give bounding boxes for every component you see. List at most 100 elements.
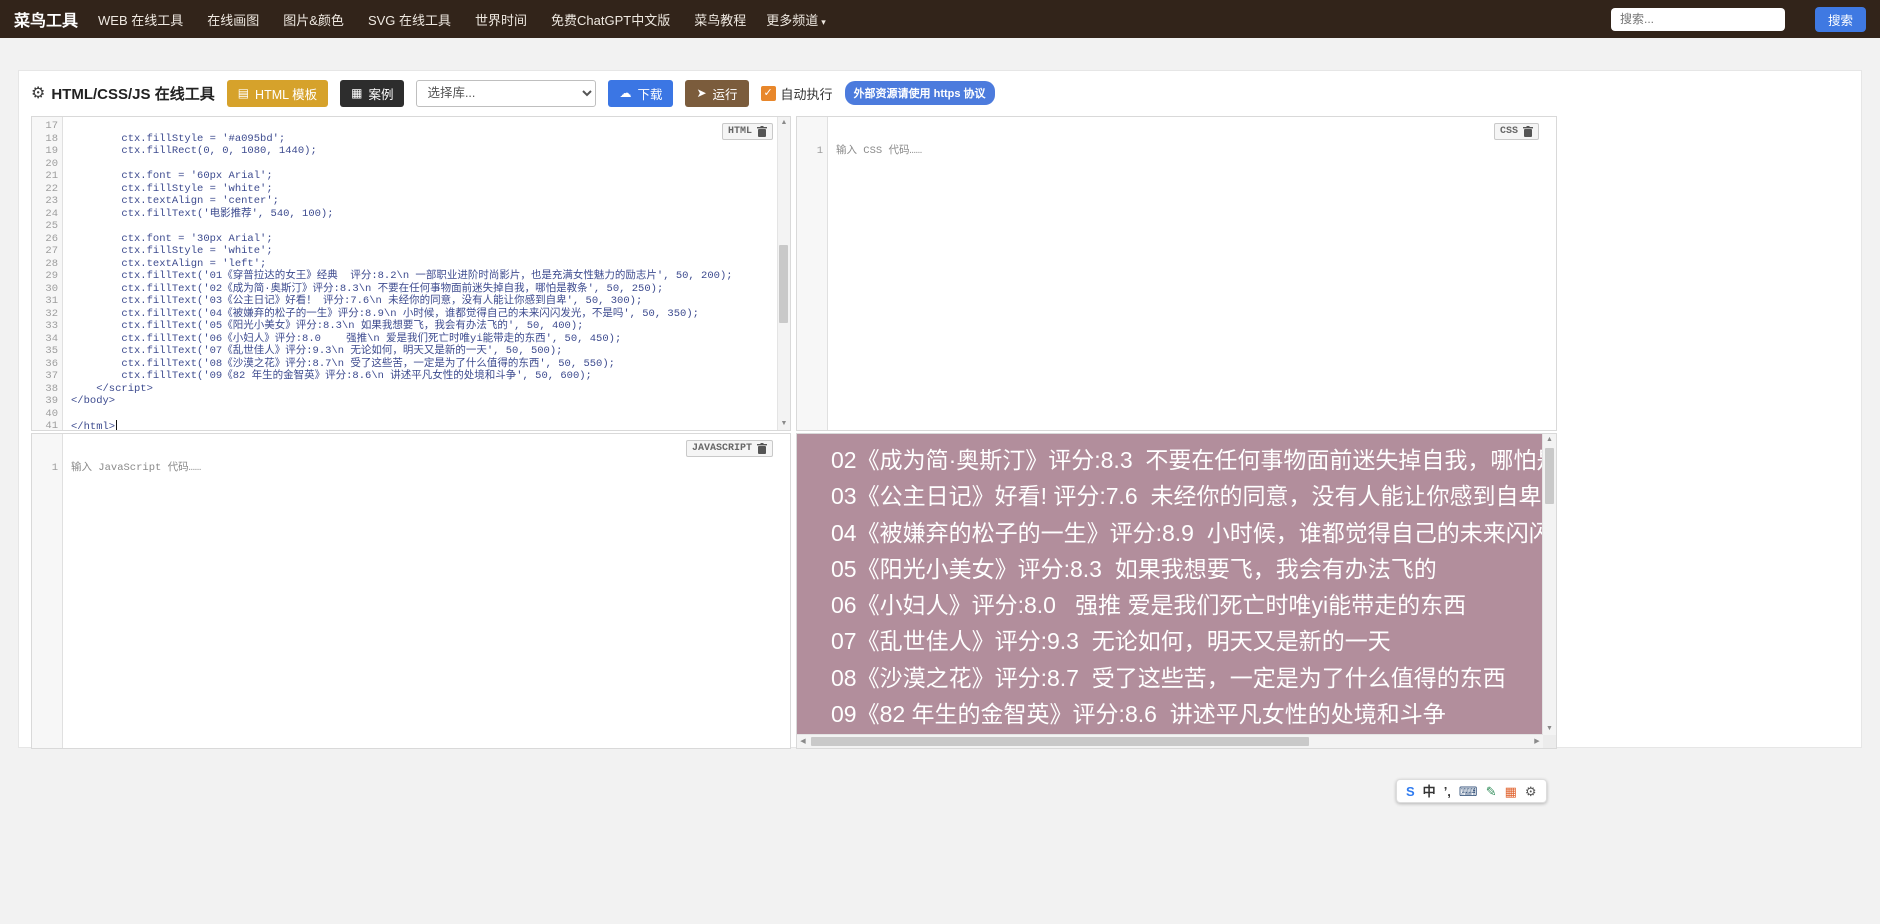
scroll-up-icon[interactable]: ▲ [1543,434,1556,446]
editor-toolbar: ⚙ HTML/CSS/JS 在线工具 ▤ HTML 模板 ▦ 案例 选择库...… [19,71,1861,115]
keyboard-icon[interactable]: ⌨ [1459,785,1478,798]
preview-vertical-scrollbar[interactable]: ▲ ▼ [1542,434,1556,735]
search-button[interactable]: 搜索 [1814,6,1866,32]
css-editor-panel[interactable]: 1 输入 CSS 代码…… CSS [796,116,1557,431]
nav-item[interactable]: 图片&颜色 [283,10,344,29]
example-button[interactable]: ▦ 案例 [340,79,405,107]
scroll-right-icon[interactable]: ▶ [1531,735,1543,748]
trash-icon[interactable] [1523,126,1533,137]
nav-item-more-channels[interactable]: 更多频道 ▾ [766,10,826,29]
js-code-area[interactable]: 1 输入 JavaScript 代码…… [32,437,777,748]
code-line: 23 ctx.textAlign = 'center'; [45,195,279,207]
preview-horizontal-scrollbar[interactable]: ◀ ▶ [797,734,1543,748]
download-button[interactable]: ☁ 下载 [608,79,674,107]
code-line: 33 ctx.fillText('05《阳光小美女》评分:8.3\n 如果我想要… [45,320,584,332]
preview-text-line: 07《乱世佳人》评分:9.3 无论如何，明天又是新的一天 [831,628,1391,655]
nav-item[interactable]: 世界时间 [475,10,527,29]
chevron-down-icon: ▾ [821,16,826,27]
html-template-button[interactable]: ▤ HTML 模板 [226,79,329,107]
tool-card: ⚙ HTML/CSS/JS 在线工具 ▤ HTML 模板 ▦ 案例 选择库...… [18,70,1862,749]
cloud-download-icon: ☁ [619,86,632,100]
preview-text-line: 08《沙漠之花》评分:8.7 受了这些苦，一定是为了什么值得的东西 [831,664,1506,691]
site-logo[interactable]: 菜鸟工具 [14,7,78,31]
css-code-area[interactable]: 1 输入 CSS 代码…… [797,120,1543,430]
preview-text-line: 02《成为简·奥斯汀》评分:8.3 不要在任何事物面前迷失掉自我，哪怕是教条 [831,447,1543,473]
toolbox-icon[interactable]: ▦ [1505,785,1517,798]
preview-panel: 02《成为简·奥斯汀》评分:8.3 不要在任何事物面前迷失掉自我，哪怕是教条 03… [796,433,1557,749]
code-line: 17 [45,120,58,132]
js-editor-panel[interactable]: 1 输入 JavaScript 代码…… JAVASCRIPT [31,433,791,749]
trash-icon[interactable] [757,443,767,454]
https-notice-badge: 外部资源请使用 https 协议 [844,81,995,105]
code-line: 41 </html> [45,420,118,431]
sogou-logo-icon[interactable]: S [1406,785,1415,798]
text-cursor [116,420,118,430]
code-line: 29 ctx.fillText('01《穿普拉达的女王》经典 评分:8.2\n … [45,270,733,282]
code-line: 28 ctx.textAlign = 'left'; [45,257,267,270]
html-code-area[interactable]: 17 18 ctx.fillStyle = '#a095bd'; 19 ctx.fi… [32,120,777,430]
paper-plane-icon: ➤ [696,86,707,100]
preview-text-line: 09《82 年生的金智英》评分:8.6 讲述平凡女性的处境和斗争 [831,701,1446,728]
preview-text-line: 05《阳光小美女》评分:8.3 如果我想要飞，我会有办法飞的 [831,555,1437,582]
nav-item[interactable]: 菜鸟教程 [694,10,746,29]
js-panel-label: JAVASCRIPT [685,440,773,457]
html-editor-scrollbar[interactable]: ▲ ▼ [777,117,790,430]
html-panel-label: HTML [721,123,773,140]
scroll-down-icon[interactable]: ▼ [778,418,790,430]
gear-icon: ⚙ [31,85,46,102]
scroll-up-icon[interactable]: ▲ [778,117,790,129]
scrollbar-thumb[interactable] [811,737,1309,746]
nav-item[interactable]: 免费ChatGPT中文版 [551,10,670,29]
code-line: 34 ctx.fillText('06《小妇人》评分:8.0 强推\n 爱是我们… [45,332,622,345]
template-icon: ▤ [237,86,250,100]
scrollbar-thumb[interactable] [1545,448,1554,504]
nav-menu: WEB 在线工具 在线画图 图片&颜色 SVG 在线工具 世界时间 免费ChatGPT中文… [98,10,746,29]
nav-item[interactable]: SVG 在线工具 [368,10,451,29]
page-title: ⚙ HTML/CSS/JS 在线工具 [31,85,215,103]
chinese-mode-icon[interactable]: 中 [1423,785,1436,798]
nav-item[interactable]: WEB 在线工具 [98,10,183,29]
top-navbar: 菜鸟工具 WEB 在线工具 在线画图 图片&颜色 SVG 在线工具 世界时间 免费Chat… [0,0,1880,38]
code-line: 39 </body> [45,395,116,407]
code-line: 30 ctx.fillText('02《成为简·奥斯汀》评分:8.3\n 不要在… [45,282,664,295]
run-button[interactable]: ➤ 运行 [685,79,749,107]
code-line: 25 [45,220,58,232]
code-line: 27 ctx.fillStyle = 'white'; [45,245,273,257]
auto-run-toggle[interactable]: ✓ 自动执行 [760,84,833,103]
punctuation-icon[interactable]: ’, [1444,785,1451,798]
line-number: 1 [816,145,823,157]
line-number: 1 [51,462,58,474]
list-icon: ▦ [351,86,363,100]
trash-icon[interactable] [757,126,767,137]
settings-icon[interactable]: ⚙ [1525,785,1537,798]
code-line: 32 ctx.fillText('04《被嫌弃的松子的一生》评分:8.9\n 小… [45,307,699,320]
code-line: 40 [45,407,58,420]
code-line: 36 ctx.fillText('08《沙漠之花》评分:8.7\n 受了这些苦，… [45,357,615,370]
library-select[interactable]: 选择库... [416,79,597,107]
scrollbar-thumb[interactable] [779,245,788,323]
preview-text-line: 03《公主日记》好看! 评分:7.6 未经你的同意，没有人能让你感到自卑 [831,483,1542,510]
scrollbar-corner [1543,735,1556,748]
preview-canvas: 02《成为简·奥斯汀》评分:8.3 不要在任何事物面前迷失掉自我，哪怕是教条 03… [797,434,1543,735]
code-line: 35 ctx.fillText('07《乱世佳人》评分:9.3\n 无论如何，明… [45,345,563,357]
search-input[interactable] [1610,7,1785,31]
sogou-ime-bar[interactable]: S 中 ’, ⌨ ✎ ▦ ⚙ [1396,779,1547,803]
code-line: 22 ctx.fillStyle = 'white'; [45,182,273,195]
css-panel-label: CSS [1493,123,1539,140]
checkbox-checked-icon[interactable]: ✓ [760,85,776,101]
code-line: 26 ctx.font = '30px Arial'; [45,232,273,245]
css-placeholder: 输入 CSS 代码…… [836,145,923,157]
js-placeholder: 输入 JavaScript 代码…… [71,462,202,474]
code-line: 24 ctx.fillText('电影推荐', 540, 100); [45,207,334,220]
code-line: 18 ctx.fillStyle = '#a095bd'; [45,132,286,145]
code-line: 19 ctx.fillRect(0, 0, 1080, 1440); [45,145,317,157]
html-editor-panel[interactable]: 17 18 ctx.fillStyle = '#a095bd'; 19 ctx.fi… [31,116,791,431]
pencil-icon[interactable]: ✎ [1486,785,1497,798]
code-line: 31 ctx.fillText('03《公主日记》好看！ 评分:7.6\n 未经… [45,295,643,307]
nav-item[interactable]: 在线画图 [207,10,259,29]
scroll-left-icon[interactable]: ◀ [797,735,809,748]
code-line: 37 ctx.fillText('09《82 年生的金智英》评分:8.6\n 讲… [45,370,592,382]
code-line: 38 </script> [45,382,153,395]
scroll-down-icon[interactable]: ▼ [1543,723,1556,735]
code-line: 21 ctx.font = '60px Arial'; [45,170,273,182]
